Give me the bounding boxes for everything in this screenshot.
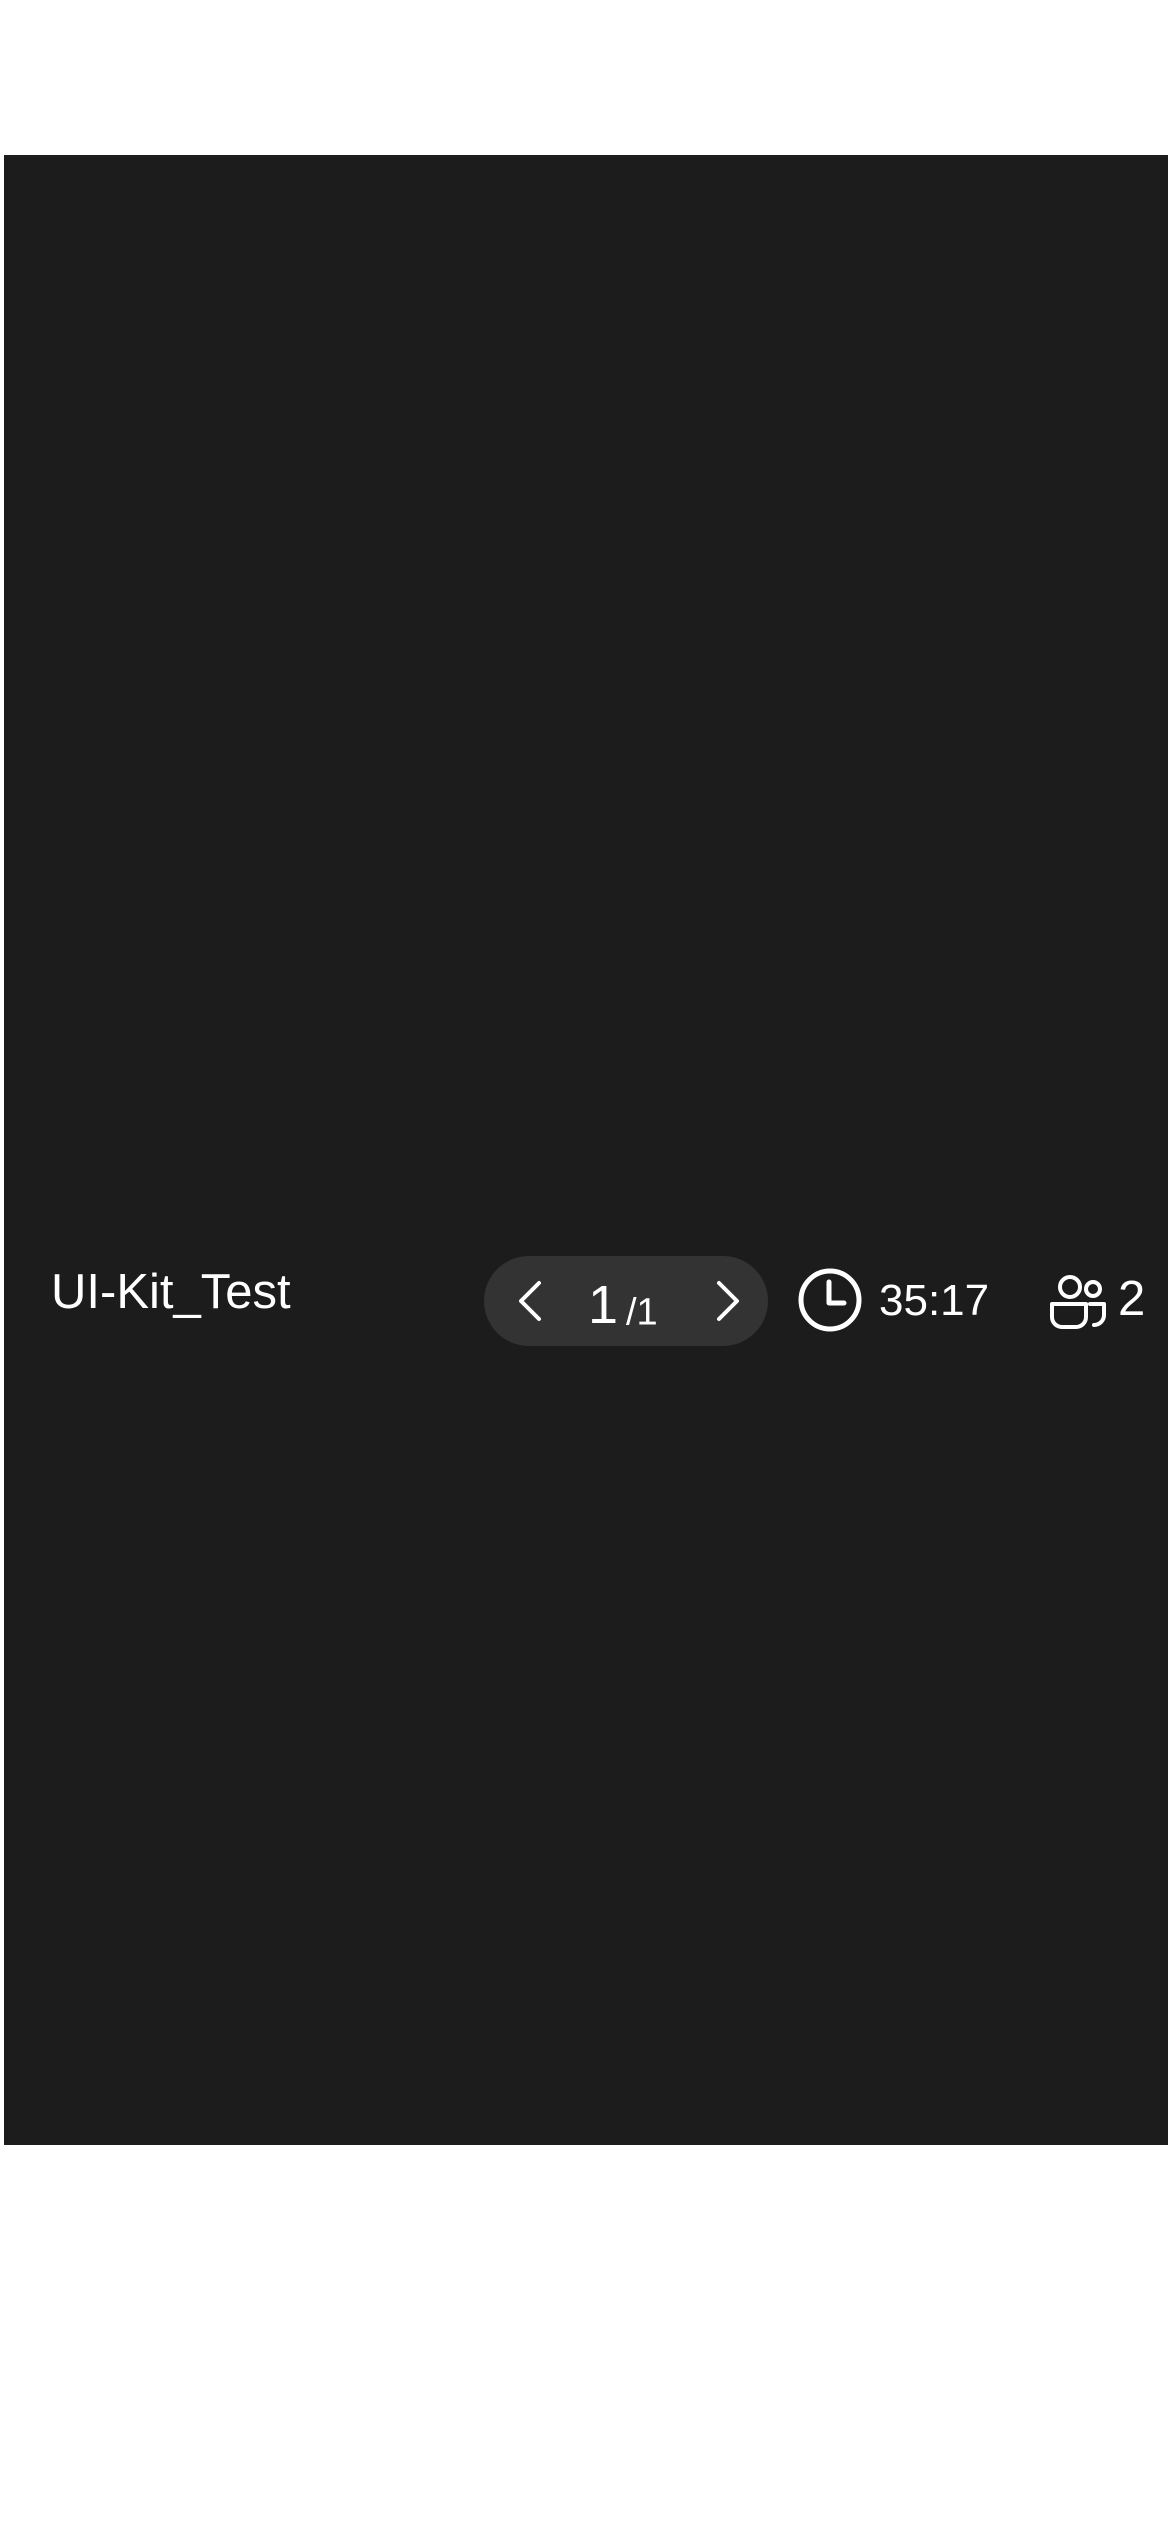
page-navigator: 1 /1 <box>484 1256 768 1346</box>
clock-icon <box>798 1268 862 1332</box>
meeting-timer: 35:17 <box>879 1276 990 1325</box>
chevron-left-icon <box>519 1281 541 1321</box>
total-pages: /1 <box>626 1291 658 1334</box>
chevron-right-icon <box>717 1281 739 1321</box>
current-page-number: 1 <box>588 1275 619 1335</box>
previous-page-button[interactable] <box>506 1277 554 1325</box>
participant-count: 2 <box>1118 1272 1146 1326</box>
meeting-screen: UI-Kit_Test 1 /1 35:17 2 <box>4 155 1168 2145</box>
users-icon[interactable] <box>1048 1274 1108 1330</box>
meeting-toolbar: UI-Kit_Test 1 /1 35:17 2 <box>4 1242 1168 1362</box>
next-page-button[interactable] <box>704 1277 752 1325</box>
meeting-title: UI-Kit_Test <box>51 1265 291 1319</box>
